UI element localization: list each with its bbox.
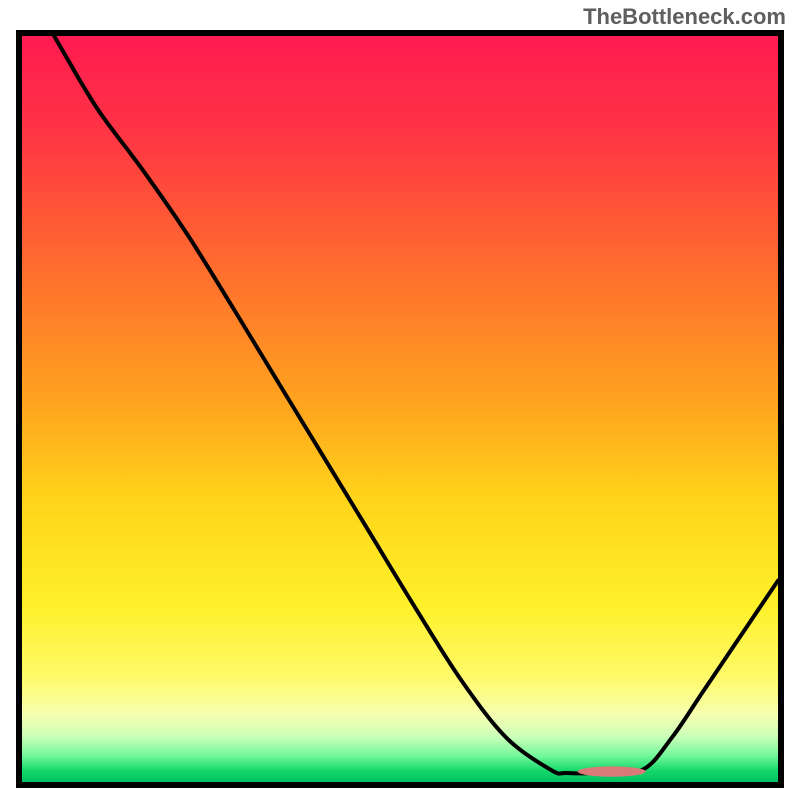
chart-svg	[22, 36, 778, 782]
heatmap-background	[22, 36, 778, 782]
chart-area	[16, 30, 784, 788]
optimal-marker	[578, 766, 646, 776]
attribution-text: TheBottleneck.com	[583, 4, 786, 30]
